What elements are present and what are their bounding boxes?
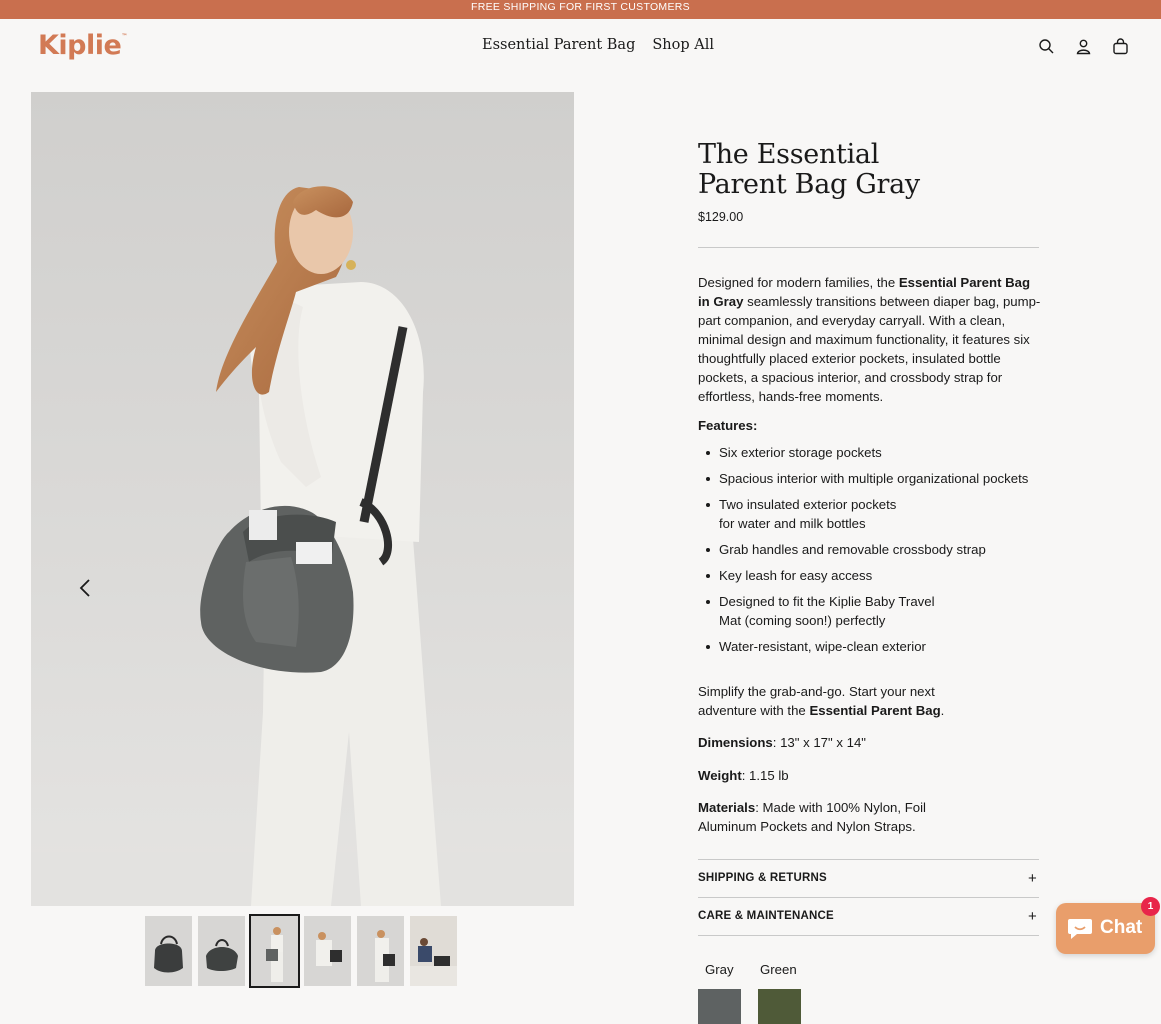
logo-text: Kiplie [38,30,122,61]
cart-icon[interactable] [1112,38,1129,55]
announcement-text: FREE SHIPPING FOR FIRST CUSTOMERS [471,1,690,13]
feature-text: Spacious interior with multiple organiza… [719,471,1029,486]
thumbnail-4[interactable] [304,916,351,986]
product-image[interactable] [31,92,574,906]
announcement-bar: FREE SHIPPING FOR FIRST CUSTOMERS [0,0,1161,19]
simplify-text: Simplify the grab-and-go. Start your nex… [698,682,958,720]
kiplie-logo[interactable]: Kiplie™ [38,30,127,61]
thumbnail-6[interactable] [410,916,457,986]
header-icons [1038,38,1129,55]
thumbnail-1[interactable] [145,916,192,986]
description-intro: Designed for modern families, the [698,275,899,290]
product-title-line-2: Parent Bag Gray [698,169,920,200]
feature-item: Designed to fit the Kiplie Baby Travel M… [698,592,943,630]
feature-text: Six exterior storage pockets [719,445,882,460]
feature-text: Two insulated exterior pockets for water… [719,497,897,531]
next-image-arrow[interactable] [569,577,574,599]
plus-icon: + [1028,908,1037,925]
feature-text: Key leash for easy access [719,568,873,583]
thumbnail-5[interactable] [357,916,404,986]
feature-item: Two insulated exterior pockets for water… [698,495,908,533]
feature-item: Grab handles and removable crossbody str… [698,540,1043,559]
swatch-gray[interactable] [698,989,741,1024]
nav-shop-all[interactable]: Shop All [652,37,714,53]
dimensions-value: : 13" x 17" x 14" [772,735,866,750]
main-nav: Essential Parent Bag Shop All [482,37,714,53]
feature-text: Grab handles and removable crossbody str… [719,542,986,557]
features-heading: Features: [698,418,758,433]
product-title-line-1: The Essential [698,139,880,170]
feature-item: Six exterior storage pockets [698,443,1043,462]
accordion-care-maintenance[interactable]: CARE & MAINTENANCE + [698,897,1039,935]
accordion-label: SHIPPING & RETURNS [698,872,827,884]
feature-item: Water-resistant, wipe-clean exterior [698,637,1043,656]
dimensions-label: Dimensions [698,735,773,750]
chat-button[interactable]: Chat [1056,903,1155,954]
divider [698,935,1039,936]
feature-text: Water-resistant, wipe-clean exterior [719,639,926,654]
feature-item: Key leash for easy access [698,566,1043,585]
product-price: $129.00 [698,210,744,224]
materials-spec: Materials: Made with 100% Nylon, Foil Al… [698,798,943,836]
weight-label: Weight [698,768,742,783]
description-body: seamlessly transitions between diaper ba… [698,294,1041,404]
prev-image-arrow[interactable] [75,577,97,599]
search-icon[interactable] [1038,38,1055,55]
plus-icon: + [1028,870,1037,887]
weight-value: : 1.15 lb [741,768,789,783]
swatch-label-gray: Gray [705,962,734,977]
feature-text: Designed to fit the Kiplie Baby Travel M… [719,594,935,628]
product-photo-illustration [31,92,574,906]
thumbnail-strip [145,914,457,988]
accordion-label: CARE & MAINTENANCE [698,910,834,922]
swatch-green[interactable] [758,989,801,1024]
logo-trademark: ™ [121,33,127,40]
features-list: Six exterior storage pockets Spacious in… [698,443,1043,663]
thumbnail-3[interactable] [249,914,300,988]
simplify-post: . [940,703,945,718]
account-icon[interactable] [1075,38,1092,55]
dimensions-spec: Dimensions: 13" x 17" x 14" [698,733,958,752]
weight-spec: Weight: 1.15 lb [698,766,958,785]
chat-notification-badge: 1 [1141,897,1160,916]
divider [698,247,1039,248]
accordion-shipping-returns[interactable]: SHIPPING & RETURNS + [698,859,1039,897]
nav-essential-parent-bag[interactable]: Essential Parent Bag [482,37,635,53]
product-title: The Essential Parent Bag Gray [698,140,998,200]
swatch-label-green: Green [760,962,797,977]
thumbnail-2[interactable] [198,916,245,986]
materials-label: Materials [698,800,756,815]
chat-bubble-icon [1067,918,1093,940]
feature-item: Spacious interior with multiple organiza… [698,469,1043,488]
chat-label: Chat [1100,917,1143,938]
simplify-bold: Essential Parent Bag [809,703,941,718]
product-description: Designed for modern families, the Essent… [698,273,1043,406]
